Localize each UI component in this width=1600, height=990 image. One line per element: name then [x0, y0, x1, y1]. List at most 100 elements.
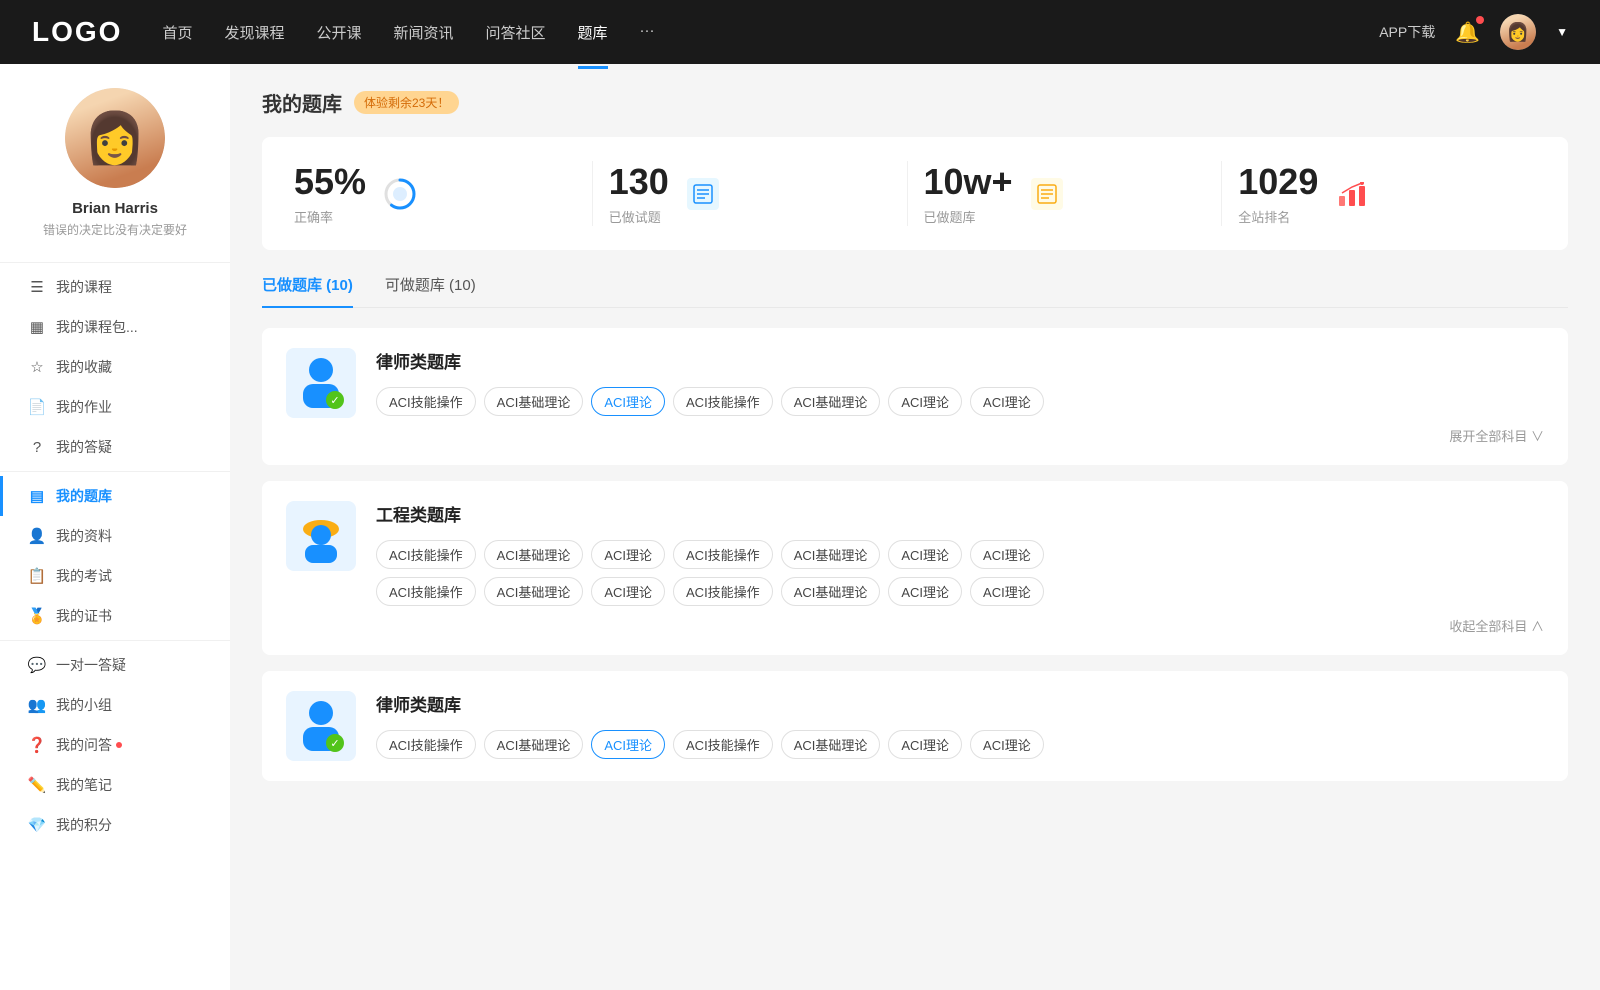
stat-rank-label: 全站排名: [1238, 207, 1318, 226]
sidebar-item-my-courses[interactable]: ☰ 我的课程: [0, 267, 230, 307]
tag-3-1[interactable]: ACI基础理论: [484, 730, 584, 759]
tag-1-5[interactable]: ACI理论: [888, 387, 962, 416]
qbank-lawyer2-icon: ✓: [286, 691, 356, 761]
sidebar-label-group: 我的小组: [56, 695, 112, 715]
sidebar-user-motto: 错误的决定比没有决定要好: [27, 221, 203, 238]
group-icon: 👥: [28, 696, 46, 714]
sidebar-item-course-pack[interactable]: ▦ 我的课程包...: [0, 307, 230, 347]
sidebar-label-homework: 我的作业: [56, 397, 112, 417]
tag-1-6[interactable]: ACI理论: [970, 387, 1044, 416]
nav-qa[interactable]: 问答社区: [486, 18, 546, 47]
accuracy-icon: [382, 176, 418, 212]
sidebar-item-notes[interactable]: ✏️ 我的笔记: [0, 765, 230, 805]
sidebar-label-course-pack: 我的课程包...: [56, 317, 138, 337]
page-title: 我的题库: [262, 88, 342, 117]
stat-accuracy-label: 正确率: [294, 207, 366, 226]
nav-more[interactable]: ···: [640, 18, 655, 47]
nav-discover[interactable]: 发现课程: [224, 18, 284, 47]
eng-tag-r2-2[interactable]: ACI理论: [591, 577, 665, 606]
sidebar-item-certificate[interactable]: 🏅 我的证书: [0, 596, 230, 636]
sidebar-label-profile: 我的资料: [56, 526, 112, 546]
tag-1-0[interactable]: ACI技能操作: [376, 387, 476, 416]
cert-icon: 🏅: [28, 607, 46, 625]
tag-3-5[interactable]: ACI理论: [888, 730, 962, 759]
sidebar-item-1on1[interactable]: 💬 一对一答疑: [0, 645, 230, 685]
eng-tag-r1-5[interactable]: ACI理论: [888, 540, 962, 569]
stat-banks-label: 已做题库: [924, 207, 1013, 226]
nav-home[interactable]: 首页: [162, 18, 192, 47]
qbank-card-engineer: 工程类题库 ACI技能操作 ACI基础理论 ACI理论 ACI技能操作 ACI基…: [262, 481, 1568, 655]
user-avatar-nav[interactable]: 👩: [1500, 14, 1536, 50]
sidebar-item-favorites[interactable]: ☆ 我的收藏: [0, 347, 230, 387]
eng-tag-r2-1[interactable]: ACI基础理论: [484, 577, 584, 606]
grid-icon: ▤: [28, 487, 46, 505]
notification-bell-icon[interactable]: 🔔: [1455, 20, 1480, 45]
sidebar-user-avatar: 👩: [65, 88, 165, 188]
qbank-engineer-content: 工程类题库 ACI技能操作 ACI基础理论 ACI理论 ACI技能操作 ACI基…: [376, 501, 1544, 635]
qbank-lawyer-icon: ✓: [286, 348, 356, 418]
tag-3-4[interactable]: ACI基础理论: [781, 730, 881, 759]
eng-tag-r2-0[interactable]: ACI技能操作: [376, 577, 476, 606]
sidebar-item-exam[interactable]: 📋 我的考试: [0, 556, 230, 596]
eng-tag-r1-6[interactable]: ACI理论: [970, 540, 1044, 569]
eng-tag-r1-0[interactable]: ACI技能操作: [376, 540, 476, 569]
main-layout: 👩 Brian Harris 错误的决定比没有决定要好 ☰ 我的课程 ▦ 我的课…: [0, 64, 1600, 990]
sidebar-label-certificate: 我的证书: [56, 606, 112, 626]
tag-3-3[interactable]: ACI技能操作: [673, 730, 773, 759]
main-content: 我的题库 体验剩余23天！ 55% 正确率: [230, 64, 1600, 990]
sidebar-item-my-questions[interactable]: ❓ 我的问答: [0, 725, 230, 765]
app-download-link[interactable]: APP下载: [1379, 22, 1435, 42]
sidebar-label-my-courses: 我的课程: [56, 277, 112, 297]
sidebar-user-name: Brian Harris: [72, 200, 158, 217]
sidebar-label-my-qa: 我的答疑: [56, 437, 112, 457]
nav-right-area: APP下载 🔔 👩 ▼: [1379, 14, 1568, 50]
qbank-card-title-3: 律师类题库: [376, 691, 1544, 716]
eng-tag-r2-3[interactable]: ACI技能操作: [673, 577, 773, 606]
expand-link-1[interactable]: 展开全部科目 ∨: [376, 426, 1544, 445]
sidebar-label-qbank: 我的题库: [56, 486, 112, 506]
qbank-engineer-header: 工程类题库 ACI技能操作 ACI基础理论 ACI理论 ACI技能操作 ACI基…: [286, 501, 1544, 635]
tag-1-1[interactable]: ACI基础理论: [484, 387, 584, 416]
qbank-tags-row-1: ACI技能操作 ACI基础理论 ACI理论 ACI技能操作 ACI基础理论 AC…: [376, 387, 1544, 416]
nav-qbank[interactable]: 题库: [578, 18, 608, 47]
sidebar-label-favorites: 我的收藏: [56, 357, 112, 377]
nav-links: 首页 发现课程 公开课 新闻资讯 问答社区 题库 ···: [162, 18, 1379, 47]
tag-3-6[interactable]: ACI理论: [970, 730, 1044, 759]
tab-available-banks[interactable]: 可做题库 (10): [385, 274, 476, 307]
qa-icon: ❓: [28, 736, 46, 754]
stat-accuracy-number: 55%: [294, 161, 366, 203]
qbank-card-header: ✓ 律师类题库 ACI技能操作 ACI基础理论 ACI理论 ACI技能操作 AC…: [286, 348, 1544, 445]
user-menu-chevron-icon[interactable]: ▼: [1556, 25, 1568, 39]
nav-open-course[interactable]: 公开课: [316, 18, 361, 47]
eng-tag-r1-2[interactable]: ACI理论: [591, 540, 665, 569]
eng-tag-r1-3[interactable]: ACI技能操作: [673, 540, 773, 569]
eng-tag-r1-1[interactable]: ACI基础理论: [484, 540, 584, 569]
tag-3-2[interactable]: ACI理论: [591, 730, 665, 759]
qbank-engineer-icon: [286, 501, 356, 571]
eng-tag-r2-4[interactable]: ACI基础理论: [781, 577, 881, 606]
collapse-link-2[interactable]: 收起全部科目 ∧: [376, 616, 1544, 635]
eng-tag-r2-6[interactable]: ACI理论: [970, 577, 1044, 606]
eng-tag-r2-5[interactable]: ACI理论: [888, 577, 962, 606]
qbank-tags-row-3: ACI技能操作 ACI基础理论 ACI理论 ACI技能操作 ACI基础理论 AC…: [376, 730, 1544, 759]
logo[interactable]: LOGO: [32, 16, 122, 48]
qbank-card-content: 律师类题库 ACI技能操作 ACI基础理论 ACI理论 ACI技能操作 ACI基…: [376, 348, 1544, 445]
tag-1-3[interactable]: ACI技能操作: [673, 387, 773, 416]
tab-done-banks[interactable]: 已做题库 (10): [262, 274, 353, 307]
sidebar-item-homework[interactable]: 📄 我的作业: [0, 387, 230, 427]
eng-tag-r1-4[interactable]: ACI基础理论: [781, 540, 881, 569]
sidebar-item-qbank[interactable]: ▤ 我的题库: [0, 476, 230, 516]
tag-1-4[interactable]: ACI基础理论: [781, 387, 881, 416]
questions-done-icon: [685, 176, 721, 212]
stat-banks-number: 10w+: [924, 161, 1013, 203]
stat-questions-done: 130 已做试题: [593, 161, 908, 226]
sidebar-label-my-questions: 我的问答: [56, 735, 112, 755]
tag-3-0[interactable]: ACI技能操作: [376, 730, 476, 759]
tag-1-2[interactable]: ACI理论: [591, 387, 665, 416]
sidebar-item-profile[interactable]: 👤 我的资料: [0, 516, 230, 556]
sidebar-item-my-qa[interactable]: ? 我的答疑: [0, 427, 230, 467]
sidebar-item-points[interactable]: 💎 我的积分: [0, 805, 230, 845]
sidebar-item-group[interactable]: 👥 我的小组: [0, 685, 230, 725]
pencil-icon: ✏️: [28, 776, 46, 794]
nav-news[interactable]: 新闻资讯: [394, 18, 454, 47]
